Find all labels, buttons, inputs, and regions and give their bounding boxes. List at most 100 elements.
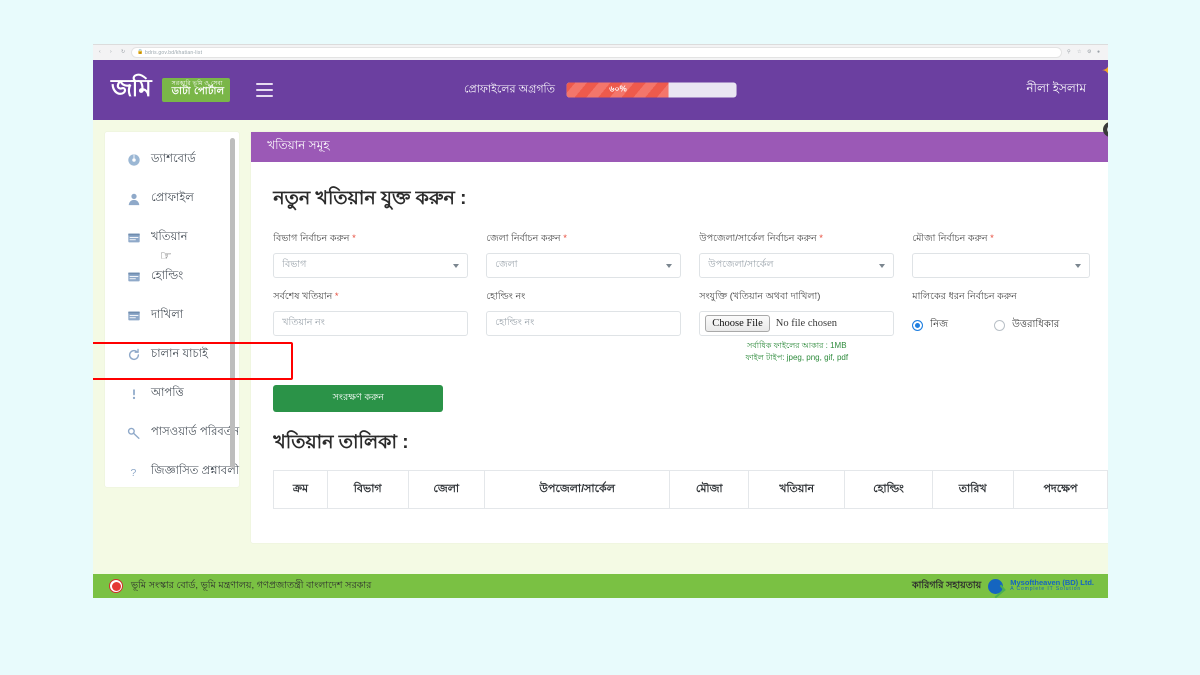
chevron-down-icon [1075,263,1082,268]
table-col-serial: ক্রম [273,470,328,510]
profile-progress-label: প্রোফাইলের অগ্রগতি [464,83,555,96]
page-root: ‹ › ↻ 🔒 bdris.gov.bd/khatian-list ⚲ ☆ ⚙ … [0,0,1200,675]
lock-icon: 🔒 [137,49,144,55]
star-icon: ✦ [1101,62,1108,81]
sidebar-item-label: পাসওয়ার্ড পরিবর্তন [151,426,240,438]
field-district: জেলা নির্বাচন করুন * জেলা [486,232,682,278]
vendor-logo-icon [988,578,1004,594]
holding-input[interactable]: হোল্ডিং নং [486,311,682,336]
profile-progress-bar: ৬০% [566,82,737,98]
division-select-value: বিভাগ [282,259,307,270]
site-footer: ভূমি সংস্কার বোর্ড, ভূমি মন্ত্রণালয়, গণ… [93,574,1108,598]
district-select-value: জেলা [495,259,518,270]
file-hints: সর্বাধিক ফাইলের আকার : 1MB ফাইল টাইপ: jp… [699,340,894,363]
field-label: বিভাগ নির্বাচন করুন * [273,232,468,247]
field-upazila: উপজেলা/সার্কেল নির্বাচন করুন * উপজেলা/সা… [699,232,895,278]
field-label-text: সংযুক্তি (খতিয়ান অথবা দাখিলা) [699,291,821,302]
file-size-hint: সর্বাধিক ফাইলের আকার : 1MB [747,341,847,350]
required-marker: * [349,233,356,244]
hamburger-menu-icon[interactable] [256,83,274,97]
chevron-down-icon [879,263,886,268]
sidebar-item-dakhila[interactable]: দাখিলা [105,296,239,335]
file-upload-control[interactable]: Choose File No file chosen [699,311,895,336]
form-row-2: সর্বশেষ খতিয়ান * খতিয়ান নং হোল্ডিং নং … [273,290,1108,363]
save-button[interactable]: সংরক্ষণ করুন [273,385,444,413]
url-text: bdris.gov.bd/khatian-list [145,49,203,56]
site-logo[interactable]: জমি ✦ সরকারি ভূমি ও সেবা ডাটা পোর্টাল [111,62,1108,107]
field-label: উপজেলা/সার্কেল নির্বাচন করুন * [699,232,894,247]
field-label: মৌজা নির্বাচন করুন * [912,232,1090,247]
owner-type-option-inheritance[interactable]: উত্তরাধিকার [994,317,1059,334]
sidebar-item-label: আপত্তি [151,387,184,399]
radio-button-unselected[interactable] [994,320,1006,331]
sidebar-scrollbar[interactable] [230,138,236,468]
sidebar-item-dashboard[interactable]: ড্যাশবোর্ড [105,140,239,179]
sidebar-item-faq[interactable]: ? জিজ্ঞাসিত প্রশ্নাবলী [105,452,240,491]
field-label: মালিকের ধরন নির্বাচন করুন [912,290,1090,305]
table-header-row: ক্রম বিভাগ জেলা উপজেলা/সার্কেল মৌজা খতিয… [273,470,1108,510]
upazila-select[interactable]: উপজেলা/সার্কেল [699,253,895,278]
field-division: বিভাগ নির্বাচন করুন * বিভাগ [273,232,469,278]
sidebar-item-objection[interactable]: আপত্তি [105,374,239,413]
logo-tagline: সরকারি ভূমি ও সেবা ডাটা পোর্টাল [161,78,231,102]
logo-tagline-line2: ডাটা পোর্টাল [171,86,225,98]
radio-label: নিজ [930,319,949,330]
mouza-select[interactable] [912,253,1091,278]
profile-progress: প্রোফাইলের অগ্রগতি ৬০% [464,81,737,100]
owner-type-radio-group: নিজ উত্তরাধিকার [912,311,1090,334]
sidebar-item-profile[interactable]: প্রোফাইল [105,179,239,218]
sidebar-item-chalan-verify[interactable]: চালান যাচাই [105,335,239,374]
reload-icon[interactable]: ↻ [121,50,126,55]
back-arrow-icon[interactable]: ‹ [99,50,104,55]
question-mark-icon: ? [127,465,141,479]
radio-label: উত্তরাধিকার [1012,319,1060,330]
extensions-icon[interactable]: ⚙ [1087,50,1092,55]
sidebar-nav: ড্যাশবোর্ড প্রোফাইল খতিয়ান ☞ হোল্ডিং দা… [105,132,240,487]
key-icon [127,426,141,440]
holding-input-placeholder: হোল্ডিং নং [495,317,535,328]
sidebar-item-label: হোল্ডিং [151,270,184,282]
field-label-text: হোল্ডিং নং [486,291,526,302]
search-icon[interactable]: ⚲ [1067,50,1072,55]
table-col-district: জেলা [407,470,485,510]
panel-header: খতিয়ান সমূহ [251,132,1108,162]
site-frame: জমি ✦ সরকারি ভূমি ও সেবা ডাটা পোর্টাল প্… [93,60,1108,598]
chevron-down-icon [453,263,460,268]
required-marker: * [987,233,994,244]
bookmark-icon[interactable]: ☆ [1077,50,1082,55]
file-status-text: No file chosen [775,318,837,329]
sidebar-item-label: দাখিলা [151,309,184,321]
division-select[interactable]: বিভাগ [273,253,469,278]
required-marker: * [816,233,823,244]
district-select[interactable]: জেলা [486,253,682,278]
field-label-text: বিভাগ নির্বাচন করুন [273,233,350,244]
sidebar-item-holding[interactable]: হোল্ডিং [105,257,239,296]
user-icon [127,192,141,206]
government-seal-icon [109,579,123,593]
user-name[interactable]: নীলা ইসলাম [1026,80,1086,100]
field-holding-no: হোল্ডিং নং হোল্ডিং নং [486,290,682,363]
form-title: নতুন খতিয়ান যুক্ত করুন : [273,188,467,209]
field-label: সর্বশেষ খতিয়ান * [273,290,468,305]
field-label: হোল্ডিং নং [486,290,681,305]
khatian-input[interactable]: খতিয়ান নং [273,311,469,336]
sidebar-item-label: চালান যাচাই [151,348,208,360]
table-col-mouza: মৌজা [669,470,749,510]
field-label-text: জেলা নির্বাচন করুন [486,233,561,244]
owner-type-option-self[interactable]: নিজ [912,317,948,334]
address-bar[interactable]: 🔒 bdris.gov.bd/khatian-list [131,47,1062,58]
brand-area[interactable]: জমি ✦ সরকারি ভূমি ও সেবা ডাটা পোর্টাল [111,62,1108,107]
browser-extension-icons: ⚲ ☆ ⚙ ● [1067,50,1102,55]
main-body: ড্যাশবোর্ড প্রোফাইল খতিয়ান ☞ হোল্ডিং দা… [93,120,1108,574]
table-col-upazila: উপজেলা/সার্কেল [483,470,671,510]
sidebar-item-change-password[interactable]: পাসওয়ার্ড পরিবর্তন [105,413,239,452]
sidebar-item-khatian[interactable]: খতিয়ান ☞ [105,218,239,263]
field-last-khatian: সর্বশেষ খতিয়ান * খতিয়ান নং [273,290,469,363]
radio-button-selected[interactable] [912,320,924,331]
forward-arrow-icon[interactable]: › [110,50,115,55]
profile-icon[interactable]: ● [1097,50,1102,55]
table-col-action: পদক্ষেপ [1012,470,1108,510]
vendor-tagline: A Complete IT Solution [1010,586,1082,593]
choose-file-button[interactable]: Choose File [705,315,770,332]
footer-text: ভূমি সংস্কার বোর্ড, ভূমি মন্ত্রণালয়, গণ… [131,579,372,591]
